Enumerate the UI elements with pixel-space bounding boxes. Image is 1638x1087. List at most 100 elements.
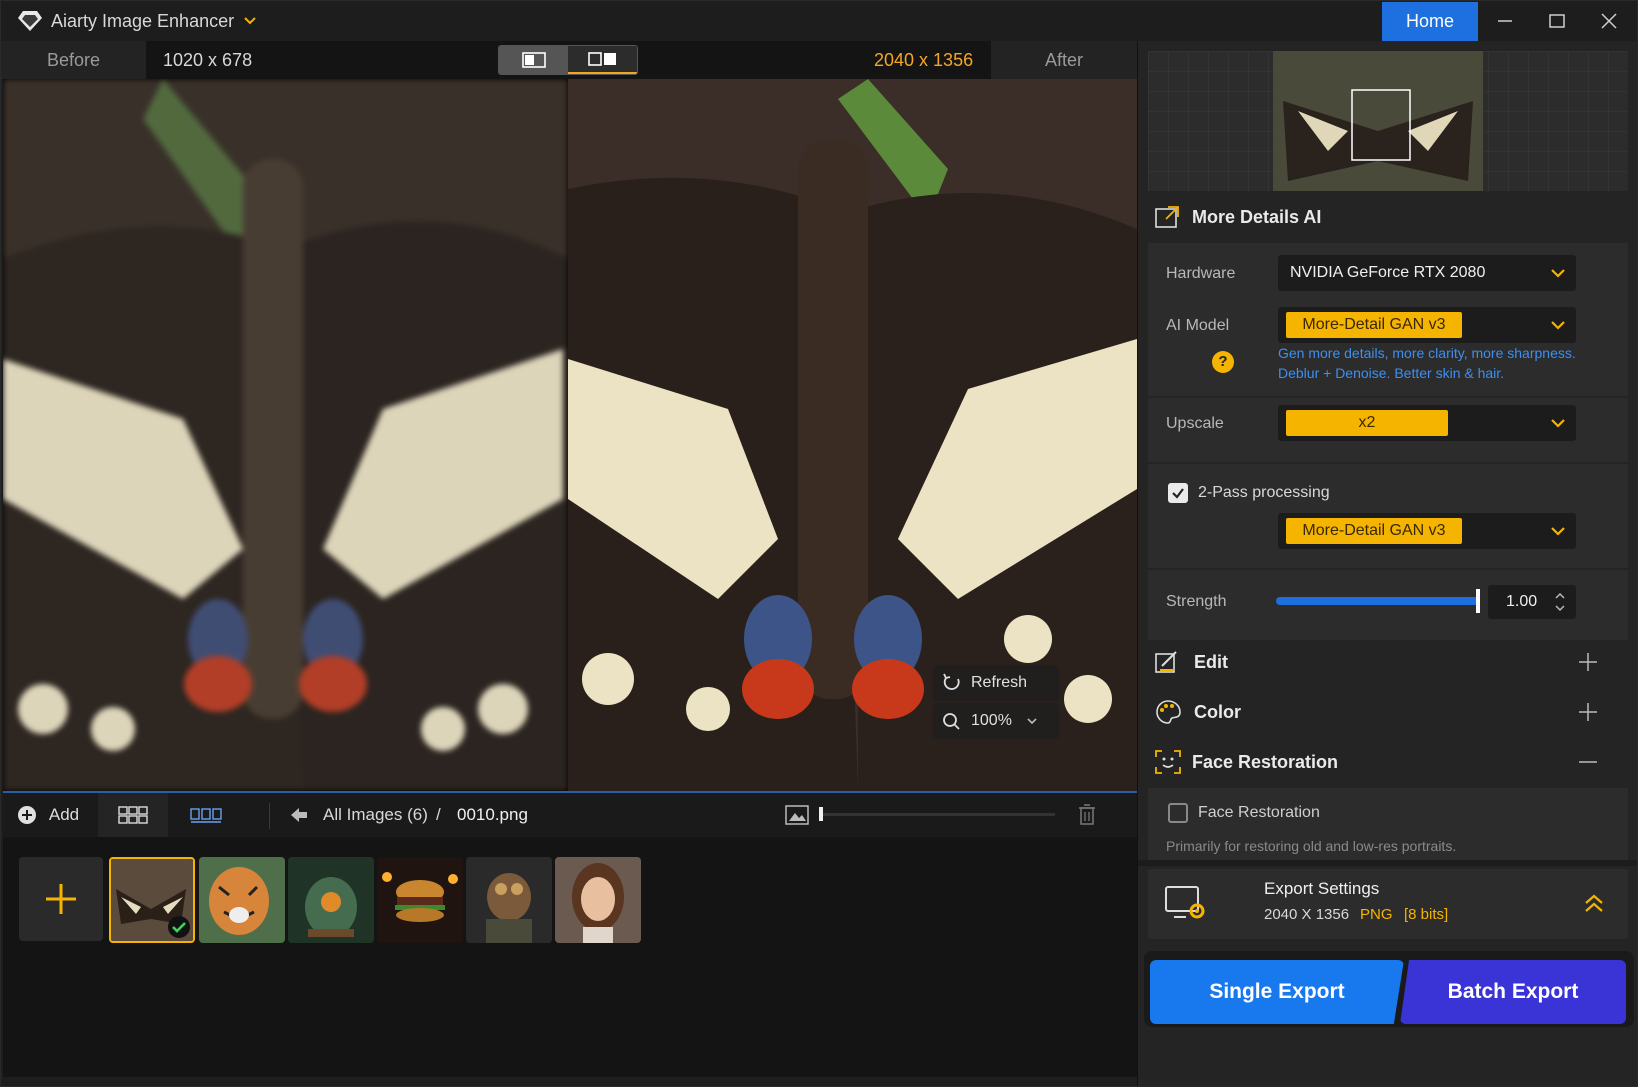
app-menu-chevron-icon[interactable] <box>243 15 257 27</box>
back-arrow-icon[interactable] <box>289 806 309 824</box>
zoom-icon <box>943 713 960 730</box>
ai-model-label: AI Model <box>1166 317 1230 334</box>
view-mode-toggle <box>498 45 638 75</box>
minimize-icon[interactable] <box>1479 1 1531 41</box>
breadcrumb-root[interactable]: All Images (6) <box>323 805 428 825</box>
title-bar: Aiarty Image Enhancer Home <box>1 1 1637 41</box>
divider <box>1148 462 1628 464</box>
add-button[interactable]: Add <box>3 793 93 837</box>
home-button[interactable]: Home <box>1382 2 1478 41</box>
thumbnail-terrarium[interactable] <box>288 857 374 943</box>
face-restoration-checkbox-label: Face Restoration <box>1198 804 1320 821</box>
side-by-side-button[interactable] <box>568 46 637 74</box>
settings-panel: More Details AI Hardware NVIDIA GeForce … <box>1137 41 1637 1086</box>
upscale-value: x2 <box>1286 410 1448 436</box>
navigator-image <box>1148 51 1628 191</box>
refresh-label: Refresh <box>971 674 1028 691</box>
expand-plus-icon[interactable] <box>1578 702 1598 722</box>
trash-icon[interactable] <box>1077 804 1097 826</box>
thumbnail-size-icon <box>785 805 809 825</box>
thumbnail-burger[interactable] <box>377 857 463 943</box>
edit-section-header[interactable]: Edit <box>1138 636 1628 688</box>
divider <box>1148 396 1628 398</box>
divider <box>1148 568 1628 570</box>
strength-slider[interactable] <box>1276 597 1480 605</box>
export-settings-title: Export Settings <box>1264 879 1380 898</box>
thumbnail-size-slider[interactable] <box>819 813 1055 816</box>
thumbnail-gallery <box>3 837 1137 1077</box>
upscale-dropdown[interactable]: x2 <box>1278 405 1576 441</box>
breadcrumb-file: 0010.png <box>457 805 528 824</box>
thumbnail-size-handle[interactable] <box>819 807 823 821</box>
color-palette-icon <box>1156 700 1181 724</box>
export-settings-card[interactable]: Export Settings 2040 X 1356 PNG [8 bits] <box>1148 869 1628 939</box>
thumbnail-tiger[interactable] <box>199 857 285 943</box>
toolbar-divider <box>269 803 270 829</box>
batch-export-button[interactable]: Batch Export <box>1400 960 1626 1024</box>
chevron-down-icon <box>1551 527 1565 536</box>
divider <box>1138 860 1637 866</box>
face-scan-icon <box>1155 750 1181 774</box>
two-pass-checkbox[interactable] <box>1168 483 1188 503</box>
color-section-header[interactable]: Color <box>1138 686 1628 738</box>
help-icon[interactable]: ? <box>1212 351 1234 373</box>
side-by-side-icon <box>587 52 616 66</box>
ai-model-dropdown[interactable]: More-Detail GAN v3 <box>1278 307 1576 343</box>
face-restoration-section-header[interactable]: Face Restoration <box>1138 736 1628 788</box>
breadcrumb-separator: / <box>436 805 441 824</box>
export-settings-icon <box>1165 886 1205 919</box>
model-section-header: More Details AI <box>1138 191 1628 243</box>
hardware-value: NVIDIA GeForce RTX 2080 <box>1290 264 1486 281</box>
close-icon[interactable] <box>1583 1 1635 41</box>
double-chevron-up-icon[interactable] <box>1584 893 1604 915</box>
app-window: Aiarty Image Enhancer Home Before 1020 x… <box>0 0 1638 1087</box>
after-resolution: 2040 x 1356 <box>874 50 974 70</box>
split-view-button[interactable] <box>499 46 568 74</box>
plus-icon <box>46 884 76 914</box>
split-view-icon <box>521 52 546 68</box>
before-image <box>3 79 568 791</box>
two-pass-model-dropdown[interactable]: More-Detail GAN v3 <box>1278 513 1576 549</box>
face-restoration-card: Face Restoration Primarily for restoring… <box>1148 788 1628 860</box>
stepper-icon[interactable] <box>1554 590 1566 614</box>
strength-input[interactable]: 1.00 <box>1488 585 1576 619</box>
refresh-button[interactable]: Refresh <box>933 665 1059 701</box>
color-section-title: Color <box>1194 701 1241 722</box>
chevron-down-icon <box>1551 321 1565 330</box>
face-restoration-checkbox[interactable] <box>1168 803 1188 823</box>
zoom-control[interactable]: 100% <box>933 703 1059 739</box>
after-label: After <box>991 41 1137 79</box>
zoom-value: 100% <box>971 712 1012 729</box>
refresh-icon <box>943 673 960 690</box>
hardware-label: Hardware <box>1166 265 1236 282</box>
edit-section-title: Edit <box>1194 651 1228 672</box>
strength-value: 1.00 <box>1506 593 1538 610</box>
gallery-toolbar: Add All Images (6) / 0010.png <box>3 791 1137 837</box>
strip-view-button[interactable] <box>171 793 241 837</box>
zoom-chevron-icon[interactable] <box>1026 716 1038 726</box>
single-export-button[interactable]: Single Export <box>1150 960 1404 1024</box>
collapse-minus-icon[interactable] <box>1578 752 1598 772</box>
grid-view-icon <box>118 806 148 824</box>
expand-plus-icon[interactable] <box>1578 652 1598 672</box>
navigator-preview[interactable] <box>1148 51 1628 191</box>
hardware-dropdown[interactable]: NVIDIA GeForce RTX 2080 <box>1278 255 1576 291</box>
before-resolution: 1020 x 678 <box>163 50 253 70</box>
maximize-icon[interactable] <box>1531 1 1583 41</box>
thumbnail-portrait[interactable] <box>555 857 641 943</box>
compare-header: Before 1020 x 678 2040 x 1356 After <box>1 41 1137 79</box>
enhance-icon <box>1155 206 1179 228</box>
add-image-button[interactable] <box>19 857 103 941</box>
grid-view-button[interactable] <box>98 793 168 837</box>
strength-label: Strength <box>1166 593 1227 610</box>
ai-model-value: More-Detail GAN v3 <box>1286 312 1462 338</box>
chevron-down-icon <box>1551 419 1565 428</box>
model-settings-card <box>1148 243 1628 640</box>
strip-view-icon <box>190 808 222 823</box>
thumbnail-dog[interactable] <box>466 857 552 943</box>
two-pass-label: 2-Pass processing <box>1198 484 1330 501</box>
export-dimensions: 2040 X 1356 <box>1264 906 1350 923</box>
thumbnail-butterfly[interactable] <box>109 857 195 943</box>
image-preview-area[interactable]: Refresh 100% <box>3 79 1137 791</box>
strength-slider-handle[interactable] <box>1476 589 1480 613</box>
